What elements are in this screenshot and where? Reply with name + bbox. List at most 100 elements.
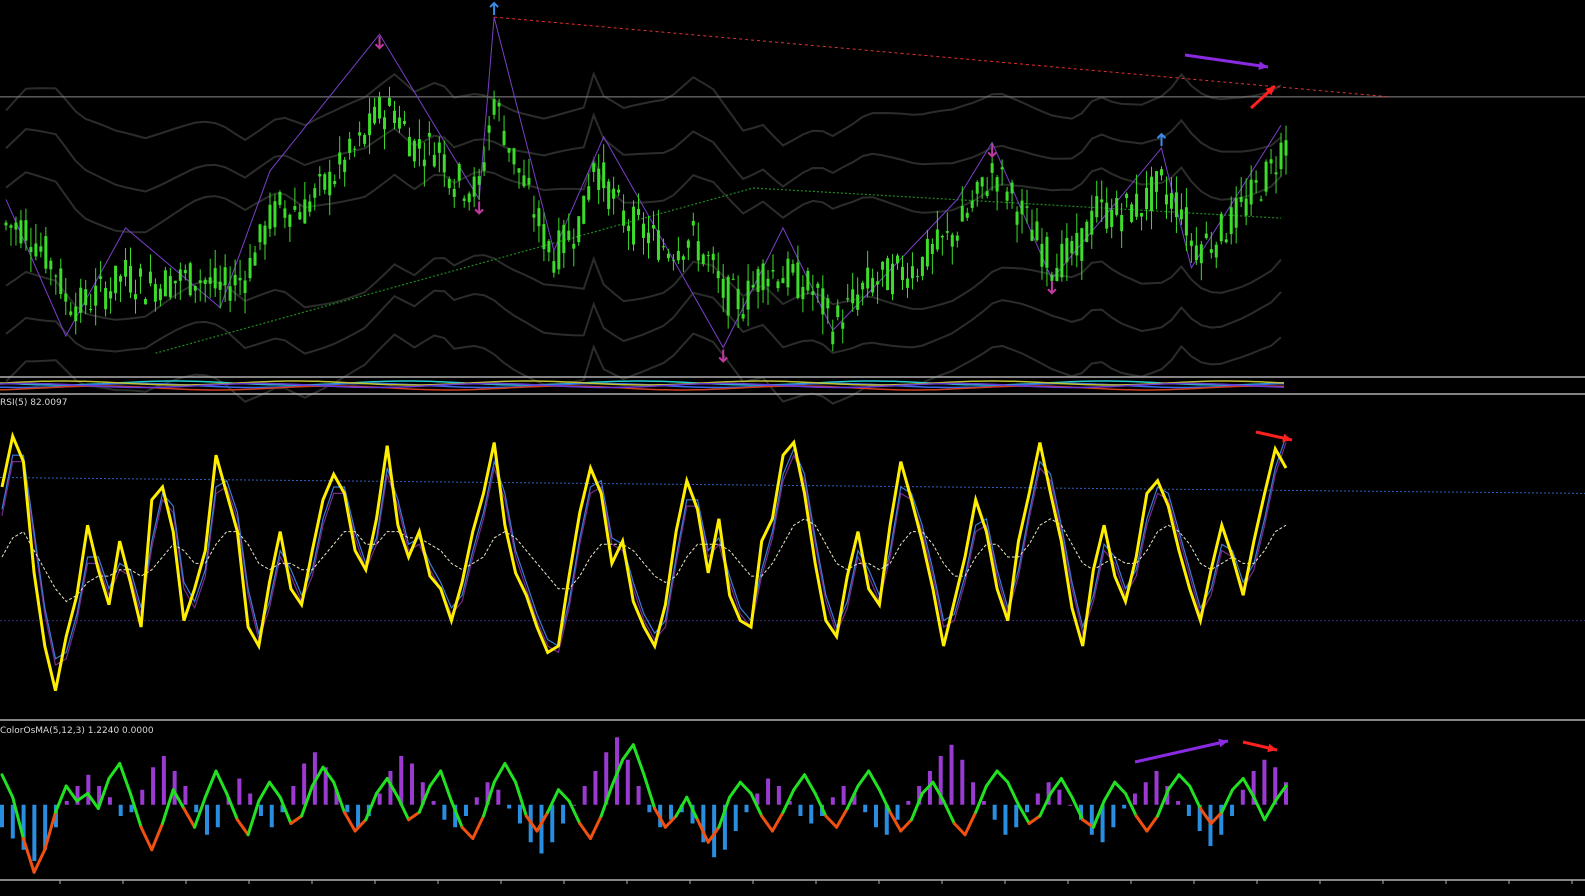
candle-body [133, 294, 137, 300]
candle-body [881, 261, 885, 270]
candle-body [846, 298, 850, 300]
candle-body [786, 258, 790, 288]
osma-histogram-bar [215, 804, 220, 828]
osma-histogram-bar [463, 804, 468, 816]
candle-body [632, 206, 636, 245]
candle-body [74, 306, 78, 322]
candle-body [273, 201, 277, 228]
osma-histogram-bar [906, 801, 911, 805]
osma-histogram-bar [410, 763, 415, 805]
candle-body [970, 200, 974, 208]
candle-body [1005, 191, 1009, 201]
candle-body [1045, 236, 1049, 268]
candle-body [64, 293, 68, 302]
osma-histogram-bar [561, 804, 566, 824]
candle-body [477, 176, 481, 185]
candle-body [1239, 197, 1243, 202]
candle-body [736, 288, 740, 310]
osma-histogram-bar [960, 759, 965, 805]
candle-body [836, 305, 840, 318]
candle-body [79, 287, 83, 313]
candle-body [507, 148, 511, 153]
candle-body [1125, 193, 1129, 199]
candle-body [1155, 171, 1159, 192]
candle-body [587, 186, 591, 200]
candle-body [378, 96, 382, 119]
candle-body [1219, 213, 1223, 242]
candle-body [597, 168, 601, 190]
osma-histogram-bar [1068, 804, 1073, 806]
candle-body [502, 130, 506, 145]
osma-histogram-bar [1089, 804, 1094, 835]
candle-body [617, 189, 621, 193]
candle-body [343, 159, 347, 173]
candle-body [920, 256, 924, 276]
candle-body [627, 225, 631, 232]
candle-body [487, 125, 491, 133]
candle-body [427, 132, 431, 137]
candle-body [1174, 192, 1178, 218]
candle-body [293, 206, 297, 210]
candle-body [1209, 249, 1213, 253]
osma-histogram-bar [895, 804, 900, 820]
candle-body [691, 220, 695, 226]
osma-histogram-bar [356, 804, 361, 828]
osma-histogram-bar [1122, 804, 1127, 809]
candle-body [746, 280, 750, 310]
candle-body [1204, 233, 1208, 239]
osma-histogram-bar [107, 797, 112, 805]
candle-body [527, 177, 531, 185]
osma-histogram-bar [183, 786, 188, 805]
candle-body [373, 106, 377, 124]
osma-histogram-bar [733, 804, 738, 831]
candle-body [1150, 176, 1154, 211]
candle-body [990, 163, 994, 173]
candle-body [1229, 207, 1233, 234]
osma-histogram-bar [1186, 804, 1191, 816]
candle-body [726, 276, 730, 316]
candle-body [766, 278, 770, 287]
candle-body [39, 246, 43, 252]
candle-body [4, 222, 8, 226]
candle-body [905, 278, 909, 288]
candle-body [716, 271, 720, 279]
candle-body [696, 241, 700, 261]
osma-histogram-bar [1003, 804, 1008, 835]
candle-body [1065, 237, 1069, 263]
candle-body [119, 275, 123, 282]
candle-body [472, 176, 476, 197]
candle-body [577, 216, 581, 243]
candle-body [806, 270, 810, 291]
trading-chart[interactable]: RSI(5) 82.0097 ColorOsMA(5,12,3) 1.2240 … [0, 0, 1585, 892]
candle-body [138, 268, 142, 277]
candle-body [1145, 187, 1149, 210]
candle-body [1050, 274, 1054, 281]
candle-body [168, 275, 172, 298]
candle-body [831, 331, 835, 345]
osma-histogram-bar [841, 786, 846, 805]
osma-histogram-bar [798, 804, 803, 816]
osma-histogram-bar [161, 756, 166, 805]
candle-body [1179, 209, 1183, 220]
osma-histogram-bar [1240, 789, 1245, 805]
candle-body [363, 134, 367, 144]
osma-histogram-bar [291, 786, 296, 805]
candle-body [771, 270, 775, 272]
candle-body [1189, 240, 1193, 246]
candle-body [821, 288, 825, 315]
candle-body [1234, 198, 1238, 228]
osma-histogram-bar [507, 804, 512, 809]
candle-body [54, 275, 58, 277]
candle-body [338, 152, 342, 165]
candle-body [19, 220, 23, 244]
candle-body [945, 231, 949, 233]
candle-body [208, 277, 212, 284]
candle-body [258, 224, 262, 243]
candle-body [298, 212, 302, 220]
candle-body [59, 268, 63, 295]
candle-body [582, 195, 586, 224]
osma-histogram-bar [1111, 804, 1116, 828]
osma-histogram-bar [1154, 771, 1159, 805]
candle-body [537, 208, 541, 227]
candle-body [69, 311, 73, 315]
